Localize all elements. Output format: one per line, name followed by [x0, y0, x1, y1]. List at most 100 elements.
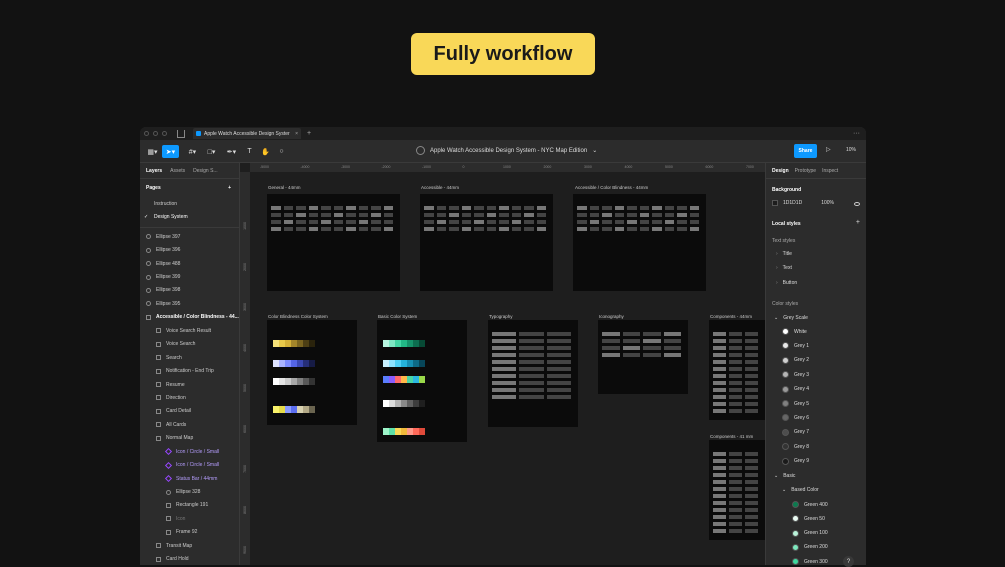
tab-inspect[interactable]: Inspect — [822, 168, 838, 174]
frame-label-accessible[interactable]: Accessible - 44mm — [421, 185, 459, 190]
help-button[interactable]: ? — [843, 556, 854, 567]
layer-item[interactable]: Ellipse 328 — [140, 485, 239, 498]
present-play-icon[interactable]: ▷ — [826, 146, 831, 153]
file-tab[interactable]: Apple Watch Accessible Design Syster × — [193, 128, 301, 139]
color-style-item[interactable]: Grey 5 — [782, 400, 809, 407]
add-style-icon[interactable]: + — [856, 219, 860, 226]
layer-item[interactable]: Icon / Circle / Small — [140, 445, 239, 458]
text-style-item[interactable]: › Button — [776, 280, 797, 286]
minimize-window-dot[interactable] — [153, 131, 158, 136]
color-style-item[interactable]: Green 100 — [792, 529, 828, 537]
layer-item[interactable]: Accessible / Color Blindness - 44... — [140, 311, 239, 324]
close-tab-icon[interactable]: × — [295, 131, 298, 137]
color-style-item[interactable]: Grey 6 — [782, 414, 809, 422]
text-style-item[interactable]: › Title — [776, 251, 792, 257]
home-icon[interactable] — [177, 129, 185, 138]
eye-icon[interactable] — [854, 202, 860, 206]
tab-prototype[interactable]: Prototype — [795, 168, 816, 174]
frame-components-41[interactable] — [709, 440, 765, 540]
comment-tool-icon[interactable]: ○ — [273, 145, 290, 158]
frame-label-color-blindness[interactable]: Accessible / Color Blindness - 44mm — [575, 185, 648, 190]
frame-typography[interactable] — [488, 320, 578, 427]
frame-cb-color-system[interactable] — [267, 320, 357, 425]
tab-assets[interactable]: Assets — [170, 168, 185, 174]
tab-design[interactable]: Design — [772, 168, 789, 174]
layer-item[interactable]: Ellipse 395 — [140, 297, 239, 310]
color-style-item[interactable]: Grey 4 — [782, 385, 809, 393]
color-style-item[interactable]: Green 50 — [792, 515, 825, 523]
frame-label-general[interactable]: General - 44mm — [268, 185, 301, 190]
background-color-swatch[interactable] — [772, 200, 778, 206]
basic-group[interactable]: ⌄ Basic — [774, 473, 795, 479]
layer-item[interactable]: Status Bar / 44mm — [140, 472, 239, 485]
new-tab-button[interactable]: + — [307, 130, 311, 137]
layer-item[interactable]: Search — [140, 351, 239, 364]
hand-tool-icon[interactable]: ✋ — [257, 145, 274, 158]
grey-scale-group[interactable]: ⌄ Grey Scale — [774, 315, 808, 321]
frame-label-iconography[interactable]: Iconography — [599, 314, 624, 319]
based-color-group[interactable]: ⌄ Based Color — [782, 487, 819, 493]
layer-item[interactable]: Direction — [140, 391, 239, 404]
frame-iconography[interactable] — [598, 320, 688, 394]
more-options-icon[interactable]: ··· — [853, 130, 860, 137]
layer-item[interactable]: Icon — [140, 512, 239, 525]
text-style-item[interactable]: › Text — [776, 265, 792, 271]
layer-item[interactable]: Card Hold — [140, 553, 239, 566]
color-style-item[interactable]: Green 200 — [792, 543, 828, 551]
frame-tool-icon[interactable]: #▾ — [184, 145, 201, 158]
frame-accessible[interactable] — [420, 194, 553, 291]
user-avatar[interactable] — [416, 146, 425, 155]
layer-item[interactable]: Notification - End Trip — [140, 364, 239, 377]
add-page-icon[interactable]: + — [228, 185, 231, 197]
color-style-item[interactable]: Green 400 — [792, 501, 828, 508]
chevron-down-icon[interactable]: ⌄ — [592, 147, 597, 154]
frame-general[interactable] — [267, 194, 400, 291]
move-tool-icon[interactable]: ➤▾ — [162, 145, 179, 158]
background-hex[interactable]: 1D1D1D — [783, 200, 802, 206]
frame-label-cb-color-system[interactable]: Color Blindness Color System — [268, 314, 328, 319]
shape-tool-icon[interactable]: □▾ — [203, 145, 220, 158]
color-style-item[interactable]: Grey 2 — [782, 356, 809, 364]
canvas[interactable]: -5000 -4000 -3000 -2000 -1000 0 1000 2000 3000 40… — [240, 163, 765, 565]
frame-color-blindness[interactable] — [573, 194, 706, 291]
close-window-dot[interactable] — [144, 131, 149, 136]
text-tool-icon[interactable]: T — [241, 145, 258, 158]
maximize-window-dot[interactable] — [162, 131, 167, 136]
page-item-instruction[interactable]: Instruction — [140, 197, 239, 210]
layer-item[interactable]: Ellipse 398 — [140, 284, 239, 297]
layer-item[interactable]: Card Detail — [140, 405, 239, 418]
layer-item[interactable]: Transit Map — [140, 539, 239, 552]
layer-item[interactable]: Ellipse 396 — [140, 243, 239, 256]
color-style-item[interactable]: Grey 9 — [782, 457, 809, 465]
tab-layers[interactable]: Layers — [146, 168, 162, 174]
document-title[interactable]: Apple Watch Accessible Design System - N… — [416, 146, 597, 155]
main-menu-icon[interactable]: ▦▾ — [144, 145, 161, 158]
frame-components-44[interactable] — [709, 320, 765, 420]
color-style-item[interactable]: Green 300 — [792, 558, 828, 565]
layer-item[interactable]: Ellipse 397 — [140, 230, 239, 243]
pen-tool-icon[interactable]: ✒▾ — [223, 145, 240, 158]
layer-item[interactable]: Voice Search Result — [140, 324, 239, 337]
background-opacity[interactable]: 100% — [821, 200, 834, 206]
page-item-design-system[interactable]: ✓ Design System — [140, 210, 239, 223]
layer-item[interactable]: Normal Map — [140, 432, 239, 445]
layer-item[interactable]: Frame 92 — [140, 526, 239, 539]
frame-basic-color-system[interactable] — [377, 320, 467, 442]
layer-item[interactable]: Resume — [140, 378, 239, 391]
frame-label-components-41[interactable]: Components - 41 mm — [710, 434, 753, 439]
background-fill-row[interactable]: 1D1D1D 100% — [772, 200, 834, 206]
frame-label-components-44[interactable]: Components - 44mm — [710, 314, 752, 319]
color-style-item[interactable]: Grey 3 — [782, 371, 809, 379]
layer-item[interactable]: All Cards — [140, 418, 239, 431]
frame-label-typography[interactable]: Typography — [489, 314, 513, 319]
color-style-item[interactable]: Grey 8 — [782, 443, 809, 451]
frame-label-basic-color-system[interactable]: Basic Color System — [378, 314, 417, 319]
tab-design-system[interactable]: Design S... — [193, 168, 217, 174]
color-style-item[interactable]: Grey 1 — [782, 342, 809, 350]
layer-item[interactable]: Rectangle 191 — [140, 499, 239, 512]
layer-item[interactable]: Ellipse 399 — [140, 270, 239, 283]
color-style-item[interactable]: White — [782, 328, 807, 335]
layer-item[interactable]: Ellipse 488 — [140, 257, 239, 270]
zoom-level[interactable]: 10% — [846, 147, 856, 153]
layer-item[interactable]: Voice Search — [140, 338, 239, 351]
